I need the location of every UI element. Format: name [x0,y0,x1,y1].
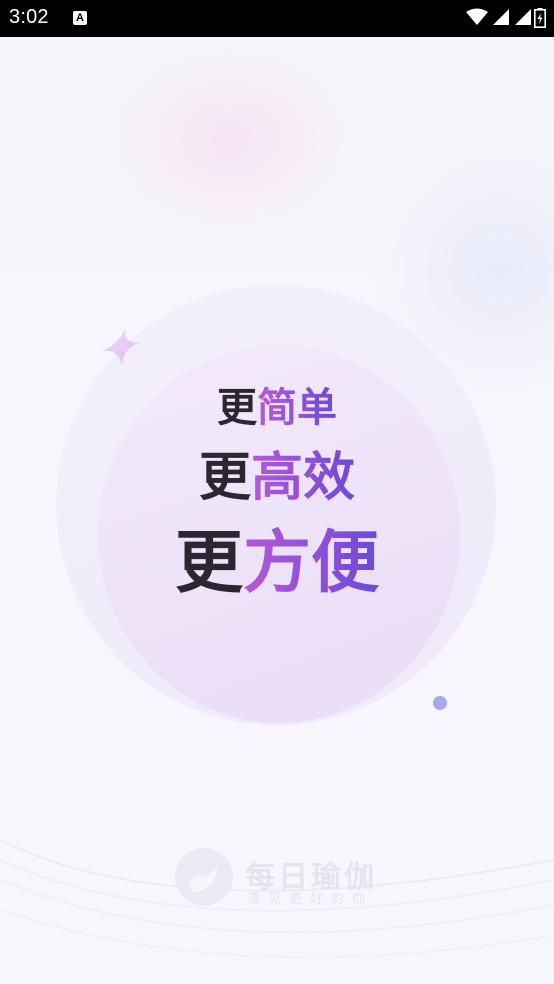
battery-charging-icon [534,8,546,28]
slogan-line-1-highlight: 简单 [257,385,337,431]
signal-icon [493,9,509,25]
wifi-icon [466,8,488,25]
slogan-line-3-prefix: 更 [174,524,243,603]
notification-icon: A [73,11,87,25]
signal-icon-2 [515,9,531,25]
status-time: 3:02 [9,6,49,28]
brand-tagline: 遇见更好的你 [247,892,374,907]
status-bar: 3:02 A [0,0,554,37]
slogan-line-3-highlight: 方便 [243,524,380,603]
status-icons [466,8,546,28]
sparkle-icon [102,327,140,365]
slogan-line-1: 更简单 [0,383,554,433]
decorative-dot [433,696,447,710]
slogan-line-2: 更高效 [0,447,554,509]
slogan-line-2-highlight: 高效 [251,448,356,508]
yoga-logo-icon [175,848,233,906]
notification-glyph: A [76,12,84,24]
slogan-line-1-prefix: 更 [217,385,257,431]
brand-logo: 每日瑜伽 遇见更好的你 [175,848,385,908]
splash-screen: 3:02 A 更简单 更高效 更方便 每日瑜伽 遇见更好的你 [0,0,554,984]
slogan-line-2-prefix: 更 [198,448,251,508]
slogan-line-3: 更方便 [0,523,554,605]
background-glow-top [100,40,360,240]
